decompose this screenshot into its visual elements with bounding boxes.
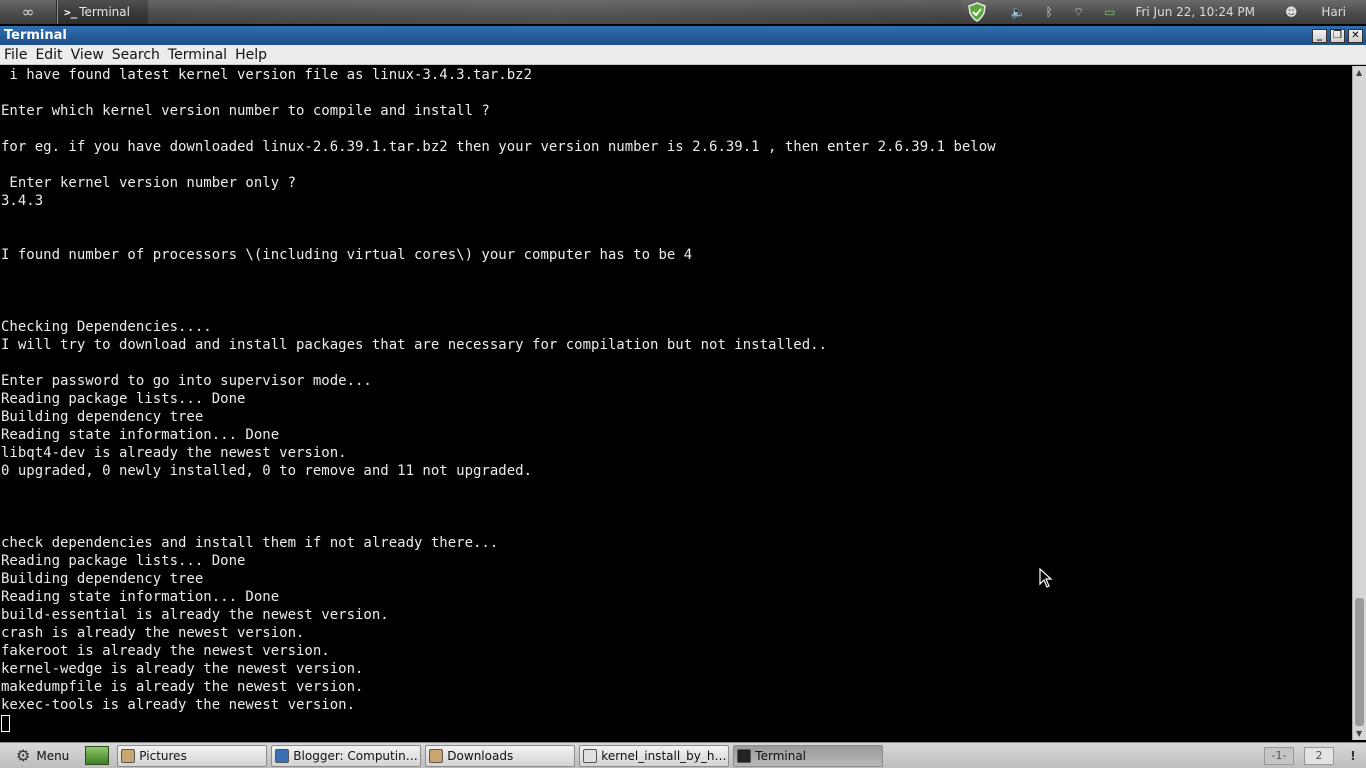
maximize-button[interactable]: ❐ bbox=[1330, 28, 1345, 43]
terminal-line: I will try to download and install packa… bbox=[1, 337, 828, 353]
workspace-1[interactable]: -1- bbox=[1264, 746, 1294, 765]
taskbar-button-label: Downloads bbox=[447, 748, 514, 763]
bluetooth-icon[interactable]: ᛒ bbox=[1046, 5, 1053, 19]
user-menu[interactable]: ☻ Hari bbox=[1275, 5, 1356, 19]
terminal-line: I found number of processors \(including… bbox=[1, 247, 693, 263]
user-icon: ☻ bbox=[1285, 5, 1298, 19]
taskbar-button[interactable]: kernel_install_by_ha... bbox=[579, 744, 730, 767]
browser-icon bbox=[275, 748, 290, 763]
system-tray: 🔈 ᛒ ⌔ ▭ Fri Jun 22, 10:24 PM ☻ Hari bbox=[961, 0, 1366, 24]
taskbar-button-label: Terminal bbox=[755, 748, 807, 763]
terminal-line: kernel-wedge is already the newest versi… bbox=[1, 661, 364, 677]
folder-icon bbox=[121, 748, 136, 763]
gear-icon: ⚙ bbox=[16, 746, 31, 765]
menu-edit[interactable]: Edit bbox=[35, 47, 62, 63]
taskbar-button-label: Pictures bbox=[139, 748, 187, 763]
terminal-line: Reading state information... Done bbox=[1, 427, 280, 443]
volume-icon[interactable]: 🔈 bbox=[1011, 5, 1026, 19]
terminal-line: Enter kernel version number only ? bbox=[1, 175, 297, 191]
terminal-line: i have found latest kernel version file … bbox=[1, 67, 533, 83]
show-desktop-button[interactable] bbox=[85, 746, 110, 765]
taskbar-button[interactable]: Downloads bbox=[425, 744, 576, 767]
scrollbar-thumb[interactable] bbox=[1355, 598, 1364, 726]
terminal-line: fakeroot is already the newest version. bbox=[1, 643, 330, 659]
taskbar-button[interactable]: Blogger: Computing ... bbox=[271, 744, 422, 767]
scroll-down-arrow-icon[interactable]: ▼ bbox=[1356, 729, 1362, 738]
clock[interactable]: Fri Jun 22, 10:24 PM bbox=[1135, 5, 1255, 19]
shield-icon[interactable] bbox=[967, 2, 987, 22]
task-list: Pictures Blogger: Computing ... Downloads k… bbox=[117, 744, 887, 767]
minimize-button[interactable]: _ bbox=[1312, 28, 1327, 43]
main-menu-button[interactable]: ⚙ Menu bbox=[0, 744, 75, 768]
menubar: File Edit View Search Terminal Help bbox=[0, 45, 1366, 65]
bottom-panel: ⚙ Menu Pictures Blogger: Computing ... Dow… bbox=[0, 742, 1366, 768]
window-title: Terminal bbox=[4, 28, 67, 43]
main-menu-label: Menu bbox=[36, 748, 70, 763]
terminal-line: Reading state information... Done bbox=[1, 589, 280, 605]
scrollbar[interactable]: ▲ ▼ bbox=[1352, 66, 1366, 740]
close-button[interactable]: ✕ bbox=[1348, 28, 1363, 43]
terminal-line: makedumpfile is already the newest versi… bbox=[1, 679, 364, 695]
terminal-line: libqt4-dev is already the newest version… bbox=[1, 445, 347, 461]
top-panel: ∞ >_ Terminal 🔈 ᛒ ⌔ ▭ Fri Jun 22, 10:24 … bbox=[0, 0, 1366, 24]
panel-spacer bbox=[148, 0, 961, 24]
taskbar-button[interactable]: Terminal bbox=[733, 744, 884, 767]
terminal-line: Reading package lists... Done bbox=[1, 553, 246, 569]
menu-help[interactable]: Help bbox=[235, 47, 267, 63]
taskbar-button-label: kernel_install_by_ha... bbox=[601, 748, 729, 763]
terminal-line: Building dependency tree bbox=[1, 571, 204, 587]
menu-file[interactable]: File bbox=[4, 47, 27, 63]
battery-icon[interactable]: ▭ bbox=[1104, 5, 1115, 19]
text-file-icon bbox=[583, 748, 598, 763]
terminal-icon bbox=[737, 748, 752, 763]
menu-search[interactable]: Search bbox=[112, 47, 160, 63]
workspace-2[interactable]: 2 bbox=[1304, 746, 1334, 765]
window-titlebar[interactable]: Terminal _ ❐ ✕ bbox=[0, 26, 1366, 45]
taskbar-button[interactable]: Pictures bbox=[117, 744, 268, 767]
terminal-line: Enter which kernel version number to com… bbox=[1, 103, 490, 119]
top-task-label: Terminal bbox=[79, 5, 130, 19]
infinity-logo-icon[interactable]: ∞ bbox=[0, 0, 56, 24]
terminal-line: 0 upgraded, 0 newly installed, 0 to remo… bbox=[1, 463, 533, 479]
scroll-up-arrow-icon[interactable]: ▲ bbox=[1356, 68, 1362, 77]
terminal-line: 3.4.3 bbox=[1, 193, 44, 209]
menu-terminal[interactable]: Terminal bbox=[168, 47, 227, 63]
terminal-line: for eg. if you have downloaded linux-2.6… bbox=[1, 139, 996, 155]
terminal-line: check dependencies and install them if n… bbox=[1, 535, 499, 551]
user-name: Hari bbox=[1321, 5, 1346, 19]
taskbar-button-label: Blogger: Computing ... bbox=[293, 748, 421, 763]
terminal-output[interactable]: i have found latest kernel version file … bbox=[0, 66, 1352, 740]
terminal-line: Reading package lists... Done bbox=[1, 391, 246, 407]
menu-view[interactable]: View bbox=[71, 47, 104, 63]
notification-icon[interactable]: ! bbox=[1344, 749, 1362, 763]
terminal-line: crash is already the newest version. bbox=[1, 625, 305, 641]
terminal-line: build-essential is already the newest ve… bbox=[1, 607, 389, 623]
terminal-line: Building dependency tree bbox=[1, 409, 204, 425]
mouse-pointer-icon bbox=[1039, 568, 1053, 588]
wifi-icon[interactable]: ⌔ bbox=[1073, 5, 1084, 20]
folder-icon bbox=[429, 748, 444, 763]
top-task-terminal[interactable]: >_ Terminal bbox=[58, 0, 148, 24]
terminal-icon: >_ bbox=[64, 5, 78, 19]
text-cursor bbox=[1, 715, 10, 732]
terminal-line: Checking Dependencies.... bbox=[1, 319, 212, 335]
terminal-line: kexec-tools is already the newest versio… bbox=[1, 697, 356, 713]
terminal-line: Enter password to go into supervisor mod… bbox=[1, 373, 372, 389]
